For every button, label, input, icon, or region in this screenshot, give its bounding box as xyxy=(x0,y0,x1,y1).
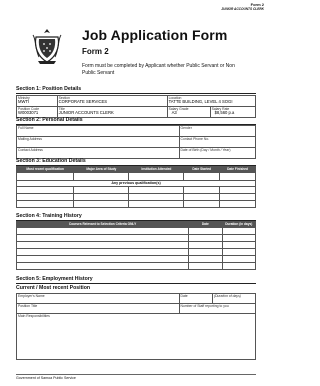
edu-cell[interactable] xyxy=(219,200,256,208)
position-title-field[interactable]: Position Title xyxy=(16,303,180,314)
edu-cell[interactable] xyxy=(128,186,185,194)
training-cell[interactable] xyxy=(221,255,257,263)
edu-cell[interactable] xyxy=(73,193,130,201)
training-cell[interactable] xyxy=(188,241,223,249)
edu-cell[interactable] xyxy=(73,186,130,194)
salary-rate-value: $8,560 p.a xyxy=(214,110,235,115)
training-cell[interactable] xyxy=(221,234,257,242)
training-cell[interactable] xyxy=(15,262,190,270)
section1-divider xyxy=(16,93,256,94)
employment-duration-field[interactable]: (Duration of days) xyxy=(211,293,257,304)
edu-cell[interactable] xyxy=(183,186,221,194)
footer-text: Government of Samoa Public Service xyxy=(16,376,76,380)
main-responsibilities-label: Main Responsibilities xyxy=(18,314,50,318)
education-table: Most recent qualification Major Area of … xyxy=(15,166,256,208)
edu-cell[interactable] xyxy=(183,200,221,208)
training-cell[interactable] xyxy=(221,241,257,249)
main-responsibilities-field[interactable]: Main Responsibilities xyxy=(16,313,256,360)
section5-heading: Section 5: Employment History xyxy=(16,276,93,282)
gender-label: Gender xyxy=(180,126,192,130)
edu-cell[interactable] xyxy=(219,172,256,181)
edu-cell[interactable] xyxy=(73,200,130,208)
contact-phone-field[interactable]: Contact Phone No. xyxy=(178,136,257,148)
section-cell[interactable]: Section CORPORATE SERVICES xyxy=(56,95,168,107)
section-value: CORPORATE SERVICES xyxy=(58,99,108,104)
edu-cell[interactable] xyxy=(128,193,185,201)
salary-grade-value: A3 xyxy=(171,110,177,115)
section3-heading: Section 3: Education Details xyxy=(16,158,86,164)
salary-grade-cell[interactable]: Salary Grade A3 xyxy=(166,106,211,118)
employment-date-field[interactable]: Date xyxy=(178,293,213,304)
training-cell[interactable] xyxy=(15,234,190,242)
edu-cell[interactable] xyxy=(15,186,75,194)
mailing-address-field[interactable]: Mailing Address xyxy=(16,136,180,148)
training-cell[interactable] xyxy=(15,248,190,256)
location-cell[interactable]: Location TATTE BUILDING, LEVEL 4 SOGI xyxy=(166,95,257,107)
training-cell[interactable] xyxy=(15,241,190,249)
intro-text: Form must be completed by Applicant whet… xyxy=(82,63,235,76)
edu-cell[interactable] xyxy=(183,193,221,201)
training-cell[interactable] xyxy=(15,255,190,263)
training-cell[interactable] xyxy=(188,248,223,256)
staff-count-field[interactable]: Number of Staff reporting to you xyxy=(178,303,257,314)
training-cell[interactable] xyxy=(188,262,223,270)
ministry-value: MWTI xyxy=(18,99,30,104)
title-cell[interactable]: Title JUNIOR ACCOUNTS CLERK xyxy=(56,106,168,118)
salary-rate-cell[interactable]: Salary Rate $8,560 p.a xyxy=(209,106,257,118)
full-name-field[interactable]: Full Name xyxy=(16,125,180,137)
edu-cell[interactable] xyxy=(15,172,75,181)
footer-divider xyxy=(16,374,256,375)
contact-address-label: Contact Address xyxy=(18,148,43,152)
gender-field[interactable]: Gender xyxy=(178,125,257,137)
position-code-cell[interactable]: Position Code W0003071 xyxy=(16,106,58,118)
position-details-table: Ministry MWTI Section CORPORATE SERVICES L… xyxy=(16,95,257,118)
section5-divider xyxy=(16,283,256,284)
dob-label: Date of Birth (Day / Month / Year) xyxy=(180,148,231,152)
full-name-label: Full Name xyxy=(18,126,34,130)
edu-cell[interactable] xyxy=(128,172,185,181)
employment-date-label: Date xyxy=(180,294,188,298)
samoa-coat-of-arms-emblem xyxy=(32,29,62,64)
form-header: Form 2 JUNIOR ACCOUNTS CLERK xyxy=(221,2,264,12)
position-code-value: W0003071 xyxy=(18,110,39,115)
edu-cell[interactable] xyxy=(15,193,75,201)
training-cell[interactable] xyxy=(221,262,257,270)
training-cell[interactable] xyxy=(221,227,257,235)
edu-cell[interactable] xyxy=(219,193,256,201)
training-cell[interactable] xyxy=(188,234,223,242)
section2-heading: Section 2: Personal Details xyxy=(16,117,83,123)
edu-cell[interactable] xyxy=(128,200,185,208)
training-cell[interactable] xyxy=(188,255,223,263)
employment-table: Employer's Name Date (Duration of days) … xyxy=(16,293,257,360)
training-cell[interactable] xyxy=(188,227,223,235)
page-subtitle: Form 2 xyxy=(82,47,109,56)
employment-duration-label: (Duration of days) xyxy=(213,294,241,298)
edu-cell[interactable] xyxy=(73,172,130,181)
edu-cell[interactable] xyxy=(219,186,256,194)
personal-details-table: Full Name Gender Mailing Address Contact… xyxy=(16,125,257,159)
dob-field[interactable]: Date of Birth (Day / Month / Year) xyxy=(178,147,257,159)
training-cell[interactable] xyxy=(221,248,257,256)
staff-count-label: Number of Staff reporting to you xyxy=(180,304,229,308)
mailing-address-label: Mailing Address xyxy=(18,137,42,141)
section4-heading: Section 4: Training History xyxy=(16,213,82,219)
edu-cell[interactable] xyxy=(183,172,221,181)
page-title: Job Application Form xyxy=(82,27,228,43)
position-title-label: Position Title xyxy=(18,304,38,308)
form-position: JUNIOR ACCOUNTS CLERK xyxy=(221,7,264,11)
section5-subheading: Current / Most recent Position xyxy=(16,285,91,291)
ministry-cell[interactable]: Ministry MWTI xyxy=(16,95,58,107)
location-value: TATTE BUILDING, LEVEL 4 SOGI xyxy=(168,99,233,104)
employer-name-label: Employer's Name xyxy=(18,294,45,298)
edu-cell[interactable] xyxy=(15,200,75,208)
title-value: JUNIOR ACCOUNTS CLERK xyxy=(58,110,114,115)
contact-phone-label: Contact Phone No. xyxy=(180,137,210,141)
training-table: Courses Relevant to Selection Criteria O… xyxy=(15,221,257,270)
employer-name-field[interactable]: Employer's Name xyxy=(16,293,180,304)
section1-heading: Section 1: Position Details xyxy=(16,86,82,92)
training-cell[interactable] xyxy=(15,227,190,235)
contact-address-field[interactable]: Contact Address xyxy=(16,147,180,159)
